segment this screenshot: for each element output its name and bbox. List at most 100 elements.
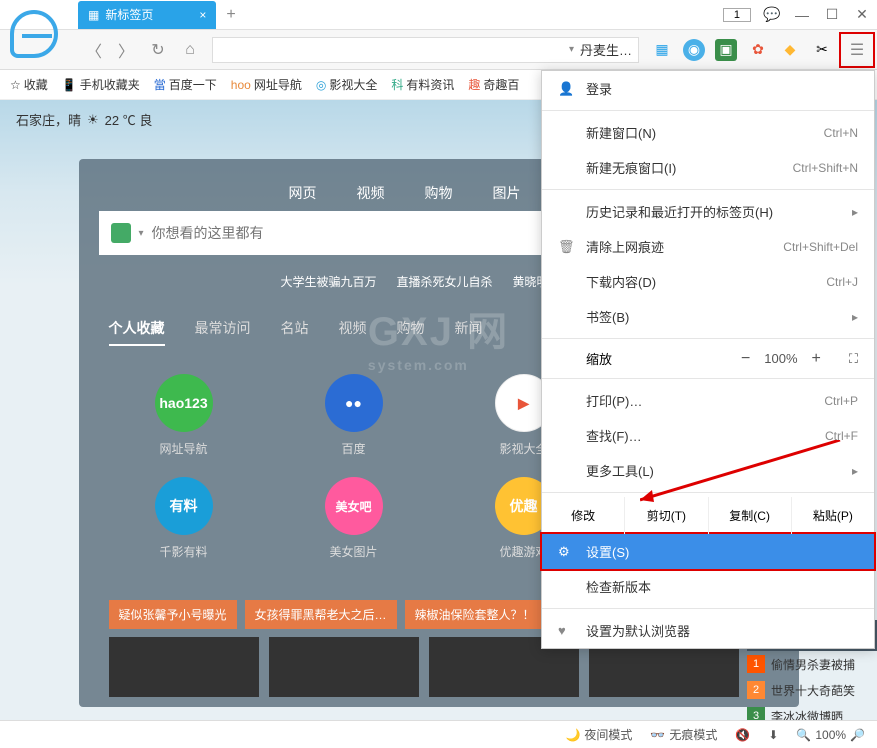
maximize-button[interactable]: ☐: [817, 0, 847, 30]
bookmark-item[interactable]: hoo网址导航: [231, 76, 302, 93]
site-item[interactable]: ●●百度: [289, 374, 419, 457]
menu-more-tools[interactable]: 更多工具(L)▸: [542, 453, 874, 488]
zoom-out-button[interactable]: −: [741, 350, 750, 368]
news-tag[interactable]: 女孩得罪黑帮老大之后…: [245, 600, 397, 629]
hotword-link[interactable]: 直播杀死女儿自杀: [396, 273, 492, 290]
scissors-icon[interactable]: ✂: [811, 39, 833, 61]
night-mode-toggle[interactable]: 🌙夜间模式: [565, 726, 632, 743]
bookmark-item[interactable]: 趣奇趣百: [468, 76, 519, 93]
mute-icon[interactable]: 🔇: [735, 728, 750, 742]
tab-grid-icon: ▦: [88, 8, 99, 22]
chevron-right-icon: ▸: [852, 310, 858, 324]
statusbar: 🌙夜间模式 👓无痕模式 🔇 ⬇ 🔍 100% 🔎: [0, 720, 877, 748]
bookmark-item[interactable]: 科有料资讯: [391, 76, 454, 93]
search-tab-shop[interactable]: 购物: [405, 175, 473, 211]
navtab-frequent[interactable]: 最常访问: [195, 318, 251, 346]
download-icon[interactable]: ⬇: [768, 728, 778, 742]
news-tag[interactable]: 疑似张馨予小号曝光: [109, 600, 237, 629]
menu-clear-data[interactable]: 🗑清除上网痕迹Ctrl+Shift+Del: [542, 229, 874, 264]
menu-paste[interactable]: 粘贴(P): [792, 497, 874, 534]
minimize-button[interactable]: —: [787, 0, 817, 30]
site-item[interactable]: 有料千影有料: [119, 477, 249, 560]
status-zoom[interactable]: 🔍 100% 🔎: [796, 728, 865, 742]
trash-icon: 🗑: [558, 239, 576, 255]
weather-city: 石家庄，晴: [16, 110, 81, 129]
new-tab-button[interactable]: +: [226, 6, 235, 24]
site-item[interactable]: 美女吧美女图片: [289, 477, 419, 560]
menu-find[interactable]: 查找(F)…Ctrl+F: [542, 418, 874, 453]
feedback-icon[interactable]: 💬: [757, 0, 787, 30]
ext-icon-1[interactable]: ◉: [683, 39, 705, 61]
favorites-button[interactable]: ☆收藏: [10, 76, 48, 93]
bookmark-item[interactable]: ◎影视大全: [316, 76, 378, 93]
window-count[interactable]: 1: [723, 8, 751, 22]
navtab-shop[interactable]: 购物: [397, 318, 425, 346]
menu-bookmarks[interactable]: 书签(B)▸: [542, 299, 874, 334]
mask-icon: 👓: [650, 728, 665, 742]
news-item[interactable]: 2世界十大奇葩笑: [747, 677, 877, 703]
menu-copy[interactable]: 复制(C): [709, 497, 792, 534]
window-controls: 1 💬 — ☐ ✕: [723, 0, 877, 30]
menu-cut[interactable]: 剪切(T): [625, 497, 708, 534]
reload-button[interactable]: ↻: [142, 34, 174, 66]
apps-icon[interactable]: ▦: [651, 39, 673, 61]
search-tab-video[interactable]: 视频: [337, 175, 405, 211]
menu-new-window[interactable]: 新建窗口(N)Ctrl+N: [542, 115, 874, 150]
bookmark-item[interactable]: 📱手机收藏夹: [62, 76, 140, 93]
chevron-right-icon: ▸: [852, 464, 858, 478]
news-item[interactable]: 3李冰冰微博晒: [747, 703, 877, 720]
ext-icon-3[interactable]: ✿: [747, 39, 769, 61]
incognito-toggle[interactable]: 👓无痕模式: [650, 726, 717, 743]
ext-icon-2[interactable]: ▣: [715, 39, 737, 61]
menu-check-update[interactable]: 检查新版本: [542, 569, 874, 604]
sun-icon: ☀: [87, 112, 99, 128]
user-icon: 👤: [558, 81, 576, 97]
navtab-favorites[interactable]: 个人收藏: [109, 318, 165, 346]
menu-modify[interactable]: 修改: [542, 497, 625, 534]
gear-icon: ⚙: [558, 544, 576, 560]
ext-icon-4[interactable]: ◆: [779, 39, 801, 61]
close-button[interactable]: ✕: [847, 0, 877, 30]
zoom-in-button[interactable]: +: [812, 350, 821, 368]
menu-print[interactable]: 打印(P)…Ctrl+P: [542, 383, 874, 418]
fullscreen-icon[interactable]: ⛶: [849, 351, 858, 367]
navtab-news[interactable]: 新闻: [455, 318, 483, 346]
menu-set-default[interactable]: ♥设置为默认浏览器: [542, 613, 874, 648]
news-item[interactable]: 1偷情男杀妻被捕: [747, 651, 877, 677]
back-button[interactable]: 〈: [78, 34, 110, 66]
menu-downloads[interactable]: 下载内容(D)Ctrl+J: [542, 264, 874, 299]
home-button[interactable]: ⌂: [174, 34, 206, 66]
menu-login[interactable]: 👤登录: [542, 71, 874, 106]
address-bar[interactable]: ▾ 丹麦生…: [212, 37, 639, 63]
menu-edit-row: 修改 剪切(T) 复制(C) 粘贴(P): [542, 497, 874, 534]
thumb-image[interactable]: [109, 637, 259, 697]
toolbar: 〈 〉 ↻ ⌂ ▾ 丹麦生… ▦ ◉ ▣ ✿ ◆ ✂ ☰: [0, 30, 877, 70]
site-item[interactable]: hao123网址导航: [119, 374, 249, 457]
thumb-image[interactable]: [269, 637, 419, 697]
chevron-right-icon: ▸: [852, 205, 858, 219]
navtab-video[interactable]: 视频: [339, 318, 367, 346]
menu-settings[interactable]: ⚙设置(S): [540, 532, 876, 571]
bookmark-item[interactable]: 當百度一下: [154, 76, 217, 93]
search-engine-icon[interactable]: [111, 223, 131, 243]
browser-logo: [0, 0, 68, 68]
menu-new-incognito[interactable]: 新建无痕窗口(I)Ctrl+Shift+N: [542, 150, 874, 185]
menu-zoom: 缩放 − 100% + ⛶: [542, 343, 874, 374]
navtab-famous[interactable]: 名站: [281, 318, 309, 346]
addr-dropdown-icon[interactable]: ▾: [569, 44, 574, 55]
main-menu-button[interactable]: ☰: [839, 32, 875, 68]
browser-tab[interactable]: ▦ 新标签页 ×: [78, 1, 216, 29]
news-tag[interactable]: 辣椒油保险套整人？！: [405, 600, 545, 629]
tab-close-icon[interactable]: ×: [199, 8, 206, 22]
address-text: 丹麦生…: [580, 40, 632, 59]
search-tab-web[interactable]: 网页: [269, 175, 337, 211]
titlebar: ▦ 新标签页 × + 1 💬 — ☐ ✕: [0, 0, 877, 30]
search-tab-image[interactable]: 图片: [473, 175, 541, 211]
hotword-link[interactable]: 大学生被骗九百万: [280, 273, 376, 290]
heart-icon: ♥: [558, 623, 576, 638]
search-engine-dropdown-icon[interactable]: ▾: [139, 228, 144, 239]
forward-button[interactable]: 〉: [110, 34, 142, 66]
tab-title: 新标签页: [105, 6, 153, 23]
main-menu-dropdown: 👤登录 新建窗口(N)Ctrl+N 新建无痕窗口(I)Ctrl+Shift+N …: [541, 70, 875, 649]
menu-history[interactable]: 历史记录和最近打开的标签页(H)▸: [542, 194, 874, 229]
